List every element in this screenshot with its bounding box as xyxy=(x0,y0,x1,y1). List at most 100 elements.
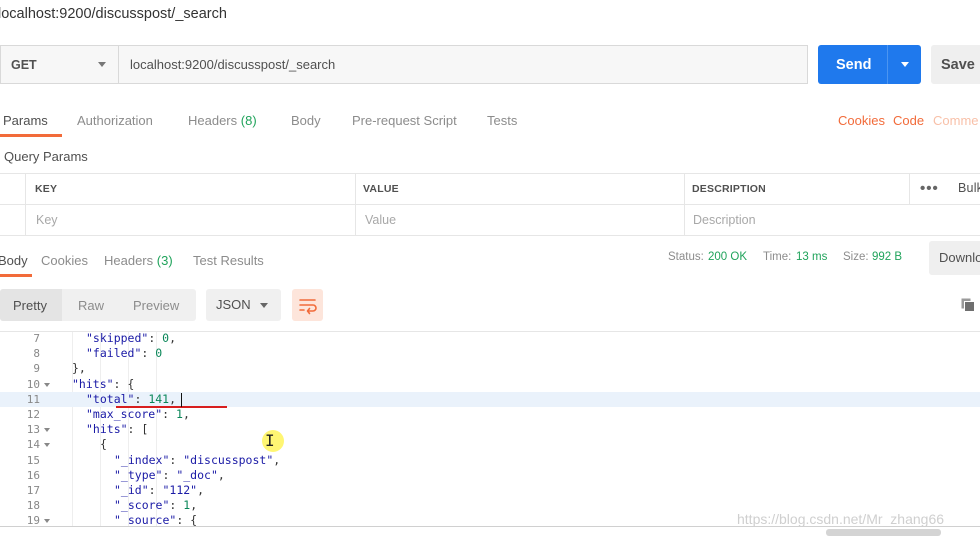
json-punctuation: , xyxy=(273,452,281,467)
line-number: 10 xyxy=(26,377,40,391)
ellipsis-icon[interactable]: ••• xyxy=(920,180,939,197)
line-number: 13 xyxy=(26,423,40,437)
preview-button[interactable]: Preview xyxy=(133,298,179,313)
save-label: Save xyxy=(941,56,975,73)
bulk-edit-link[interactable]: Bulk xyxy=(958,181,980,195)
json-string: "failed" xyxy=(86,346,142,361)
response-tab-test-results[interactable]: Test Results xyxy=(193,253,264,268)
method-label: GET xyxy=(11,57,37,72)
json-string: "_type" xyxy=(114,467,163,482)
fold-arrow-icon[interactable] xyxy=(44,382,50,387)
code-text: "_score": 1, xyxy=(114,498,197,513)
code-line: 17 "_id": "112", xyxy=(0,483,980,498)
line-number: 7 xyxy=(33,332,40,345)
json-punctuation: , xyxy=(169,391,177,406)
response-tab-headers-count: (3) xyxy=(156,253,173,268)
query-params-title: Query Params xyxy=(4,149,88,164)
col-value-header: VALUE xyxy=(363,183,399,195)
tab-headers[interactable]: Headers (8) xyxy=(188,113,257,128)
fold-arrow-icon[interactable] xyxy=(44,443,50,448)
response-tab-cookies[interactable]: Cookies xyxy=(41,253,88,268)
code-line: 12 "max_score": 1, xyxy=(0,407,980,422)
code-text: "failed": 0 xyxy=(86,346,162,361)
request-title: localhost:9200/discusspost/_search xyxy=(0,6,227,22)
url-input[interactable]: localhost:9200/discusspost/_search xyxy=(118,45,808,84)
code-text: "total": 141, xyxy=(86,392,176,407)
line-number: 16 xyxy=(26,468,40,482)
fold-arrow-icon[interactable] xyxy=(44,519,50,524)
json-number: 0 xyxy=(155,346,163,361)
col-key-header: KEY xyxy=(35,183,58,195)
watermark: https://blog.csdn.net/Mr_zhang66 xyxy=(737,511,945,527)
format-label: JSON xyxy=(216,297,251,312)
json-punctuation: : xyxy=(169,452,184,467)
params-table-header xyxy=(0,173,980,205)
json-punctuation: }, xyxy=(72,361,86,376)
code-link[interactable]: Code xyxy=(893,113,924,128)
tab-prerequest-script[interactable]: Pre-request Script xyxy=(352,113,457,128)
tab-headers-count: (8) xyxy=(240,113,257,128)
format-select[interactable]: JSON xyxy=(206,289,281,321)
json-punctuation: , xyxy=(169,331,177,345)
status-value: 200 OK xyxy=(708,251,747,263)
line-number: 19 xyxy=(26,514,40,526)
fold-arrow-icon[interactable] xyxy=(44,428,50,433)
cookies-link[interactable]: Cookies xyxy=(838,113,885,128)
line-number: 17 xyxy=(26,484,40,497)
line-number: 8 xyxy=(33,347,40,361)
line-number: 12 xyxy=(26,408,40,421)
value-input[interactable]: Value xyxy=(365,213,396,227)
key-input[interactable]: Key xyxy=(36,213,58,227)
col-description-header: DESCRIPTION xyxy=(692,183,766,195)
json-number: 1 xyxy=(176,407,183,421)
json-string: "max_score" xyxy=(86,407,163,421)
comments-link[interactable]: Comme xyxy=(933,113,979,128)
chevron-down-icon xyxy=(98,62,106,67)
horizontal-scrollbar[interactable] xyxy=(826,529,941,536)
code-text: "skipped": 0, xyxy=(86,331,177,346)
url-text: localhost:9200/discusspost/_search xyxy=(130,57,336,72)
description-input[interactable]: Description xyxy=(693,213,756,227)
json-punctuation: : xyxy=(162,407,177,421)
send-button[interactable]: Send xyxy=(818,45,921,84)
save-button[interactable]: Save xyxy=(931,45,980,84)
column-divider xyxy=(355,173,356,236)
code-line: 16 "_type": "_doc", xyxy=(0,468,980,483)
json-string: "skipped" xyxy=(86,331,149,345)
json-string: "_source" xyxy=(114,513,177,526)
code-text: }, xyxy=(72,361,86,376)
method-select[interactable]: GET xyxy=(0,45,119,84)
tab-params-underline xyxy=(0,134,62,137)
code-text: "max_score": 1, xyxy=(86,407,190,422)
raw-button[interactable]: Raw xyxy=(78,298,104,313)
wrap-lines-icon xyxy=(299,299,317,315)
status-value-text: 200 OK xyxy=(708,251,747,263)
copy-icon[interactable] xyxy=(960,297,976,318)
column-divider xyxy=(909,173,910,205)
json-punctuation: : { xyxy=(113,376,135,391)
tab-params[interactable]: Params xyxy=(3,113,48,128)
chevron-down-icon[interactable] xyxy=(901,62,909,67)
time-value: 13 ms xyxy=(796,251,827,263)
code-text: "hits": [ xyxy=(86,422,148,437)
response-tab-body[interactable]: Body xyxy=(0,253,28,268)
download-button[interactable]: Downlo xyxy=(929,241,980,275)
json-punctuation: : xyxy=(141,346,156,361)
tab-authorization[interactable]: Authorization xyxy=(77,113,153,128)
size-value: 992 B xyxy=(872,251,902,263)
line-number: 14 xyxy=(26,438,40,452)
response-tab-body-underline xyxy=(0,274,32,277)
column-divider xyxy=(25,173,26,236)
wrap-lines-button[interactable] xyxy=(292,289,323,321)
json-string: "_id" xyxy=(114,483,149,497)
pretty-button[interactable]: Pretty xyxy=(13,298,47,313)
response-tab-headers[interactable]: Headers (3) xyxy=(104,253,173,268)
tab-tests[interactable]: Tests xyxy=(487,113,517,128)
json-number: 141 xyxy=(148,391,170,406)
code-text: "_type": "_doc", xyxy=(114,468,225,483)
code-line: 14 { xyxy=(0,437,980,452)
code-line: 11 "total": 141, xyxy=(0,391,980,407)
tab-body[interactable]: Body xyxy=(291,113,321,128)
time-label: Time: xyxy=(763,251,792,263)
response-body-code[interactable]: 7 "skipped": 0, 8 "failed": 0 9}, 10 "hits": {… xyxy=(0,331,980,526)
